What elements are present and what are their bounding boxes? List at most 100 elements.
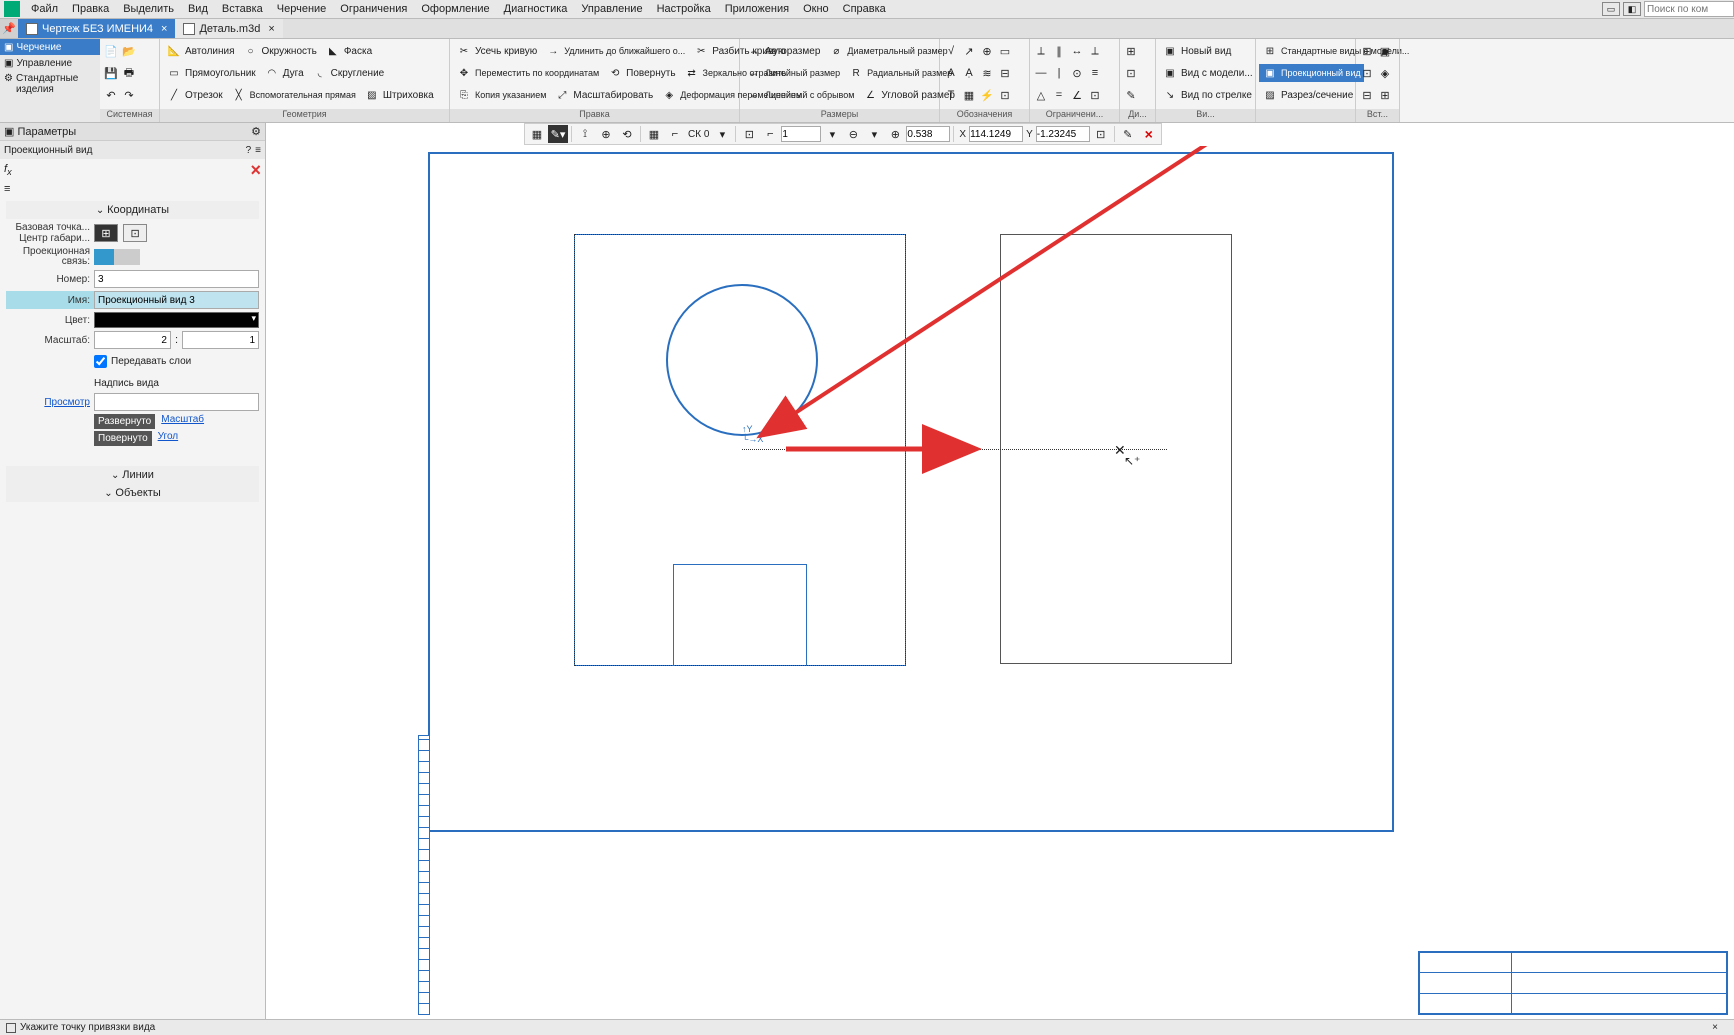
rect-button[interactable]: ▭Прямоугольник bbox=[163, 64, 259, 82]
scale-b-input[interactable] bbox=[182, 331, 259, 349]
autoline-button[interactable]: 📐Автолиния bbox=[163, 42, 238, 60]
menu-settings[interactable]: Настройка bbox=[650, 3, 718, 15]
menu-select[interactable]: Выделить bbox=[116, 3, 181, 15]
section-objects[interactable]: Объекты bbox=[6, 484, 259, 502]
name-input[interactable] bbox=[94, 291, 259, 309]
menu-icon[interactable]: ≡ bbox=[255, 145, 261, 156]
surface-icon[interactable]: √ bbox=[943, 43, 959, 59]
menu-manage[interactable]: Управление bbox=[574, 3, 649, 15]
scale-link[interactable]: Масштаб bbox=[161, 414, 204, 429]
search-input[interactable] bbox=[1644, 1, 1734, 17]
grid-icon[interactable]: ▦ bbox=[527, 125, 547, 143]
scale-input[interactable] bbox=[781, 126, 821, 142]
y-input[interactable] bbox=[1036, 126, 1090, 142]
pen-icon[interactable]: ✎▾ bbox=[548, 125, 568, 143]
text-button[interactable]: T bbox=[943, 87, 959, 103]
zoom-input[interactable] bbox=[906, 126, 950, 142]
section-button[interactable]: ▨Разрез/сечение bbox=[1259, 86, 1356, 104]
extend-button[interactable]: →Удлинить до ближайшего о... bbox=[542, 42, 688, 60]
snap-icon[interactable]: ⟟ bbox=[575, 125, 595, 143]
fillet-button[interactable]: ◟Скругление bbox=[309, 64, 388, 82]
cancel-icon[interactable]: × bbox=[1139, 125, 1159, 143]
close-icon[interactable]: × bbox=[268, 23, 274, 35]
save-icon[interactable]: 💾 bbox=[103, 65, 119, 81]
basepoint-icon[interactable]: ⊞ bbox=[94, 224, 118, 242]
window-cascade-icon[interactable]: ◧ bbox=[1623, 2, 1641, 16]
section-coords[interactable]: Координаты bbox=[6, 201, 259, 219]
construction-button[interactable]: ╳Вспомогательная прямая bbox=[228, 86, 359, 104]
new-icon[interactable]: 📄 bbox=[103, 43, 119, 59]
zoomout-icon[interactable]: ⊖ bbox=[843, 125, 863, 143]
gear-icon[interactable]: ⚙ bbox=[251, 125, 261, 138]
diameter-button[interactable]: ⌀Диаметральный размер bbox=[825, 42, 950, 60]
close-icon[interactable]: × bbox=[250, 160, 261, 181]
title-block[interactable] bbox=[1418, 951, 1728, 1015]
newview-button[interactable]: ▣Новый вид bbox=[1159, 42, 1234, 60]
color-select[interactable] bbox=[94, 312, 259, 328]
redo-icon[interactable]: ↷ bbox=[121, 87, 137, 103]
fx-icon[interactable]: fx bbox=[4, 163, 12, 177]
menu-window[interactable]: Окно bbox=[796, 3, 836, 15]
menu-view[interactable]: Вид bbox=[181, 3, 215, 15]
print-icon[interactable]: 🖶 bbox=[121, 65, 137, 81]
x-input[interactable] bbox=[969, 126, 1023, 142]
side-stamp bbox=[418, 735, 430, 1015]
menu-insert[interactable]: Вставка bbox=[215, 3, 270, 15]
move-button[interactable]: ✥Переместить по координатам bbox=[453, 64, 602, 82]
view-toolbar: ▦ ✎▾ ⟟ ⊕ ⟲ ▦ ⌐ СК 0 ▾ ⊡ ⌐ ▾ ⊖ ▾ ⊕ X Y ⊡ … bbox=[524, 123, 1162, 145]
zoomin-icon[interactable]: ⊕ bbox=[885, 125, 905, 143]
trim-button[interactable]: ✂Усечь кривую bbox=[453, 42, 540, 60]
linear-button[interactable]: ↔Линейный размер bbox=[743, 64, 843, 82]
ribtab-standard[interactable]: ⚙Стандартные изделия bbox=[0, 71, 100, 122]
ribtab-drawing[interactable]: ▣Черчение bbox=[0, 39, 100, 55]
menu-drawing[interactable]: Черчение bbox=[270, 3, 334, 15]
menu-edit[interactable]: Правка bbox=[65, 3, 116, 15]
centerpoint-icon[interactable]: ⊡ bbox=[123, 224, 147, 242]
menu-apps[interactable]: Приложения bbox=[718, 3, 796, 15]
open-icon[interactable]: 📂 bbox=[121, 43, 137, 59]
scale-button[interactable]: ⤢Масштабировать bbox=[551, 86, 656, 104]
number-input[interactable] bbox=[94, 270, 259, 288]
radial-button[interactable]: RРадиальный размер bbox=[845, 64, 955, 82]
section-lines[interactable]: Линии bbox=[6, 466, 259, 484]
circle-button[interactable]: ○Окружность bbox=[240, 42, 320, 60]
tab-part[interactable]: Деталь.m3d × bbox=[175, 19, 282, 38]
app-icon bbox=[4, 1, 20, 17]
copy-button[interactable]: ⎘Копия указанием bbox=[453, 86, 549, 104]
help-icon[interactable]: ? bbox=[246, 145, 252, 156]
pin-icon[interactable]: 📌 bbox=[0, 19, 18, 38]
close-icon[interactable]: × bbox=[161, 23, 167, 35]
menu-diag[interactable]: Диагностика bbox=[497, 3, 575, 15]
scale-a-input[interactable] bbox=[94, 331, 171, 349]
window-tile-icon[interactable]: ▭ bbox=[1602, 2, 1620, 16]
transfer-layers-checkbox[interactable]: Передавать слои bbox=[94, 355, 259, 368]
group-label: Правка bbox=[450, 109, 739, 122]
undo-icon[interactable]: ↶ bbox=[103, 87, 119, 103]
rotate-button[interactable]: ⟲Повернуть bbox=[604, 64, 678, 82]
modelview-button[interactable]: ▣Вид с модели... bbox=[1159, 64, 1256, 82]
group-label: Геометрия bbox=[160, 109, 449, 122]
linearbreak-button[interactable]: ↔Линейный с обрывом bbox=[743, 86, 857, 104]
panel-title: ▣ Параметры ⚙ bbox=[0, 123, 265, 141]
autodim-button[interactable]: ↔Авторазмер bbox=[743, 42, 823, 60]
hatch-button[interactable]: ▨Штриховка bbox=[361, 86, 437, 104]
ribtab-manage[interactable]: ▣Управление bbox=[0, 55, 100, 71]
angle-link[interactable]: Угол bbox=[158, 431, 179, 446]
drawing-canvas[interactable]: ↑Y└→X ✕ ↖⁺ bbox=[266, 146, 1734, 1021]
menu-constraints[interactable]: Ограничения bbox=[333, 3, 414, 15]
menu-format[interactable]: Оформление bbox=[414, 3, 496, 15]
tab-drawing[interactable]: Чертеж БЕЗ ИМЕНИ4 × bbox=[18, 19, 175, 38]
arc-button[interactable]: ◠Дуга bbox=[261, 64, 307, 82]
list-icon[interactable]: ≡ bbox=[4, 183, 10, 195]
segment-button[interactable]: ╱Отрезок bbox=[163, 86, 226, 104]
status-close-icon[interactable]: × bbox=[1712, 1022, 1718, 1033]
chamfer-button[interactable]: ◣Фаска bbox=[322, 42, 375, 60]
preview-input[interactable] bbox=[94, 393, 259, 411]
menu-file[interactable]: Файл bbox=[24, 3, 65, 15]
projection-link-toggle[interactable] bbox=[94, 249, 140, 265]
projection-view-button[interactable]: ▣Проекционный вид bbox=[1259, 64, 1364, 82]
notch-feature bbox=[673, 564, 807, 666]
menu-help[interactable]: Справка bbox=[836, 3, 893, 15]
preview-link[interactable]: Просмотр bbox=[44, 397, 90, 408]
arrowview-button[interactable]: ↘Вид по стрелке bbox=[1159, 86, 1255, 104]
